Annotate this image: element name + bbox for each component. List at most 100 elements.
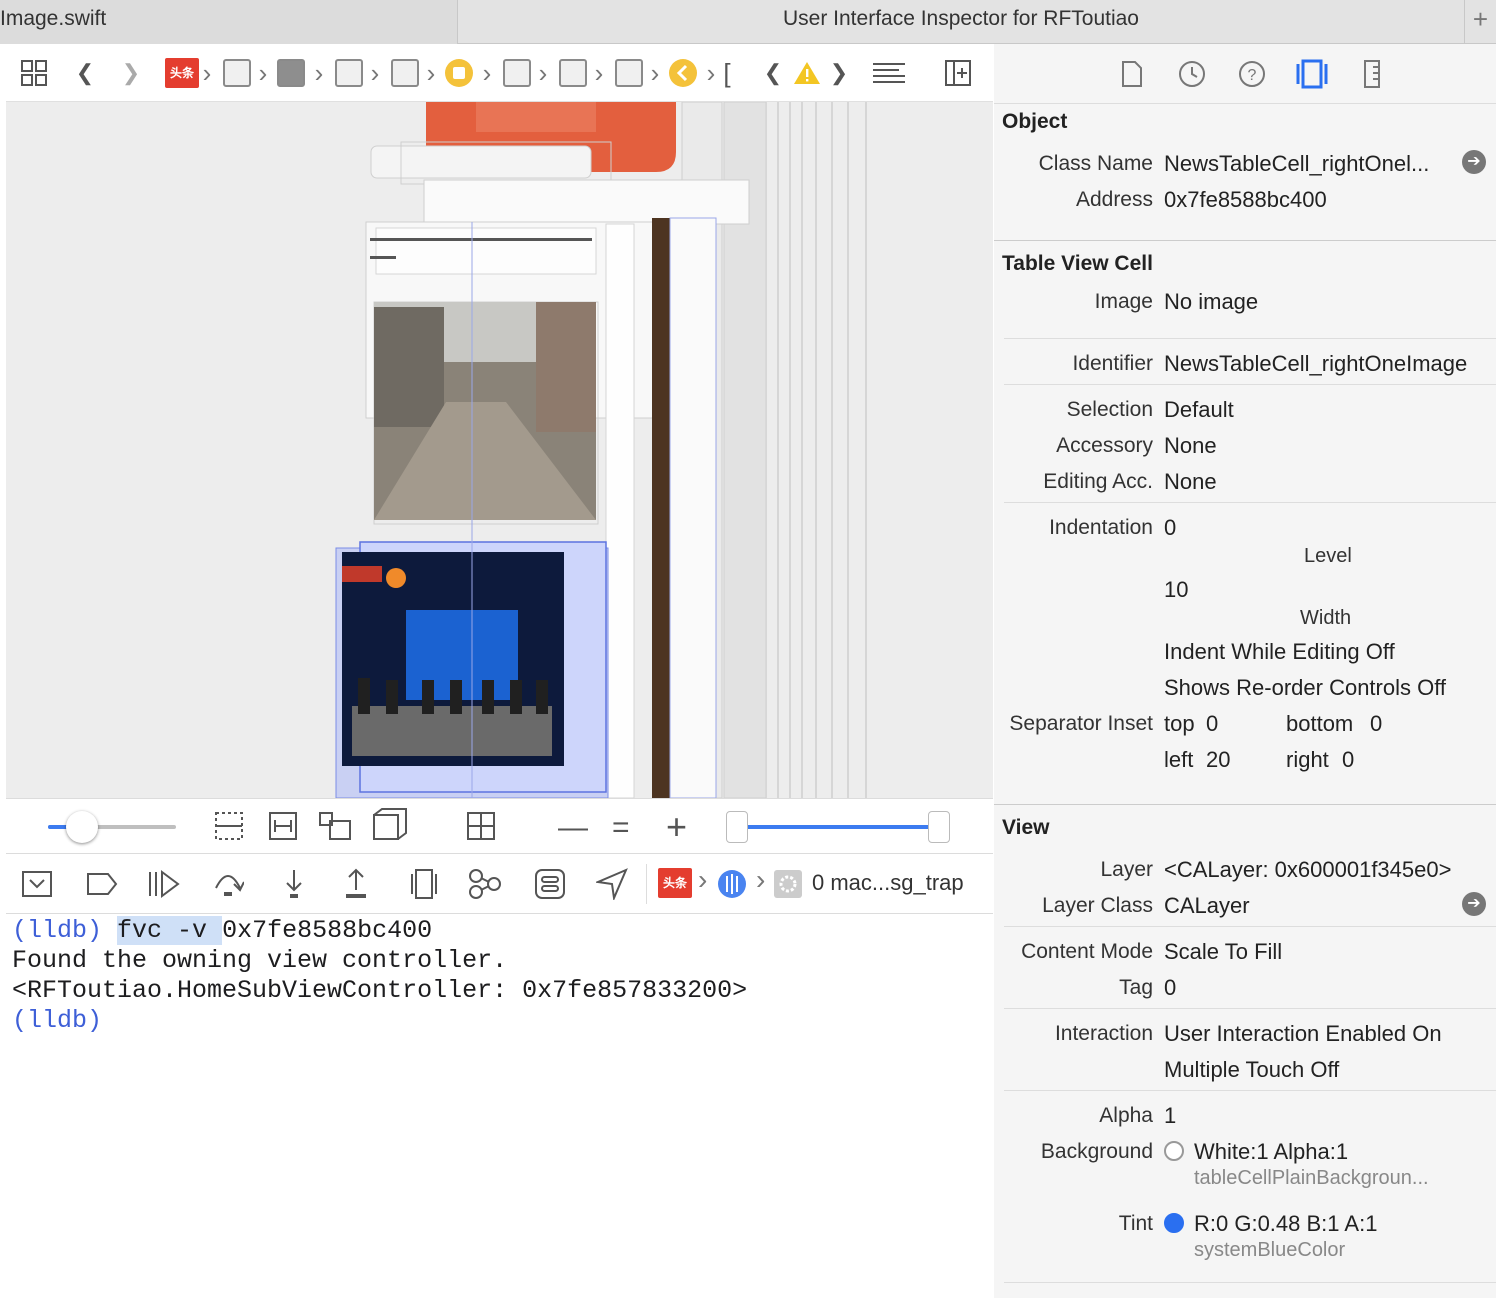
tint-value: R:0 G:0.48 B:1 A:1 (1194, 1211, 1378, 1236)
truncated-item-icon[interactable]: [ (720, 44, 734, 102)
svg-text:?: ? (1248, 67, 1257, 84)
tab-ui-inspector[interactable]: User Interface Inspector for RFToutiao (458, 0, 1464, 44)
add-tab-button[interactable]: + (1464, 0, 1496, 44)
identifier-label: Identifier (1072, 352, 1153, 375)
thread-icon[interactable] (716, 868, 748, 905)
history-inspector-icon[interactable] (1172, 44, 1212, 104)
size-inspector-icon[interactable] (1352, 44, 1392, 104)
width-label: Width (1300, 607, 1352, 629)
go-to-class-icon[interactable]: ➔ (1462, 150, 1486, 174)
view-controller-icon[interactable] (442, 44, 476, 102)
view-hierarchy-canvas[interactable] (6, 102, 993, 798)
divider (1004, 338, 1496, 339)
grid-view-icon[interactable] (466, 811, 496, 846)
indentation-label: Indentation (1049, 516, 1153, 539)
debug-view-hierarchy-icon[interactable] (410, 868, 438, 905)
environment-overrides-icon[interactable] (534, 868, 566, 905)
zoom-in-button[interactable]: + (666, 807, 687, 847)
process-logo-icon[interactable]: 头条 (658, 868, 692, 898)
chevron-icon: › (706, 57, 716, 88)
tag-label: Tag (1119, 976, 1153, 999)
background-color-name: tableCellPlainBackgroun... (1194, 1167, 1429, 1189)
divider (994, 804, 1496, 805)
view-icon[interactable] (612, 44, 646, 102)
chevron-icon: › (698, 864, 708, 895)
tint-label: Tint (1118, 1212, 1153, 1235)
step-over-icon[interactable] (212, 868, 245, 903)
class-name-value: NewsTableCell_rightOnel... (1164, 151, 1430, 176)
orient-3d-icon[interactable] (372, 807, 408, 846)
chevron-icon: › (538, 57, 548, 88)
image-value: No image (1164, 289, 1259, 314)
tab-image-swift[interactable]: Image.swift (0, 0, 458, 44)
step-into-icon[interactable] (282, 868, 306, 905)
warning-icon[interactable] (790, 44, 824, 102)
alpha-value: 1 (1164, 1103, 1177, 1128)
accessory-value: None (1164, 433, 1217, 458)
show-clipped-icon[interactable] (214, 811, 244, 846)
forward-button[interactable]: ❯ (116, 44, 146, 102)
layer-value: <CALayer: 0x600001f345e0> (1164, 857, 1452, 882)
app-logo-icon[interactable]: 头条 (162, 44, 202, 102)
breakpoints-icon[interactable] (86, 872, 118, 901)
tag-value: 0 (1164, 975, 1177, 1000)
class-name-label: Class Name (1038, 152, 1153, 175)
separator-left-value: 20 (1206, 747, 1231, 772)
range-slider-track[interactable] (734, 825, 944, 829)
section-title-table-view-cell: Table View Cell (1002, 252, 1153, 275)
document-items-icon[interactable] (868, 44, 910, 102)
chevron-icon: › (594, 57, 604, 88)
selection-value: Default (1164, 397, 1234, 422)
divider (994, 240, 1496, 241)
indent-while-editing-value: Indent While Editing Off (1164, 639, 1395, 664)
adjust-view-mode-icon[interactable] (318, 811, 352, 846)
range-slider-right-handle[interactable] (928, 811, 950, 843)
view-icon[interactable] (332, 44, 366, 102)
simulate-location-icon[interactable] (594, 868, 628, 905)
separator-right-value: 0 (1342, 747, 1355, 772)
divider (1004, 502, 1496, 503)
object-inspector-icon[interactable] (1292, 44, 1332, 104)
window-icon[interactable] (220, 44, 254, 102)
editing-accessory-value: None (1164, 469, 1217, 494)
chevron-icon: › (258, 57, 268, 88)
console-argument: 0x7fe8588bc400 (222, 916, 433, 945)
address-label: Address (1075, 188, 1153, 211)
back-button[interactable]: ❮ (70, 44, 100, 102)
step-out-icon[interactable] (344, 868, 368, 905)
frame-icon[interactable] (774, 870, 802, 898)
indentation-value: 0 (1164, 515, 1177, 540)
view-icon[interactable] (556, 44, 590, 102)
go-to-layer-class-icon[interactable]: ➔ (1462, 892, 1486, 916)
spacing-slider-thumb[interactable] (66, 811, 98, 843)
divider (1004, 1008, 1496, 1009)
separator-left-label: left (1164, 747, 1194, 772)
next-issue-button[interactable]: ❯ (824, 44, 854, 102)
range-slider-left-handle[interactable] (726, 811, 748, 843)
prev-issue-button[interactable]: ❮ (758, 44, 788, 102)
zoom-out-button[interactable]: — (558, 813, 588, 843)
separator-top-label: top (1164, 711, 1195, 736)
lldb-console[interactable]: (lldb) fvc -v 0x7fe8588bc400 Found the o… (6, 914, 993, 1298)
view-icon[interactable] (500, 44, 534, 102)
view-filled-icon[interactable] (274, 44, 308, 102)
chevron-icon: › (650, 57, 660, 88)
file-inspector-icon[interactable] (1112, 44, 1152, 104)
continue-icon[interactable] (148, 870, 180, 903)
tint-color-name: systemBlueColor (1194, 1239, 1346, 1261)
nav-controller-icon[interactable] (666, 44, 700, 102)
divider (1004, 384, 1496, 385)
add-editor-icon[interactable] (942, 44, 974, 102)
layer-class-value: CALayer (1164, 893, 1250, 918)
memory-graph-icon[interactable] (468, 866, 502, 905)
hide-debug-area-icon[interactable] (22, 870, 52, 903)
related-items-icon[interactable] (16, 44, 52, 102)
chevron-icon: › (426, 57, 436, 88)
show-constraints-icon[interactable] (268, 811, 298, 846)
stack-frame-label[interactable]: 0 mac...sg_trap (812, 870, 964, 896)
separator-right-label: right (1286, 747, 1329, 772)
help-inspector-icon[interactable]: ? (1232, 44, 1272, 104)
zoom-actual-button[interactable]: = (612, 813, 630, 843)
view-icon[interactable] (388, 44, 422, 102)
background-label: Background (1040, 1140, 1153, 1163)
